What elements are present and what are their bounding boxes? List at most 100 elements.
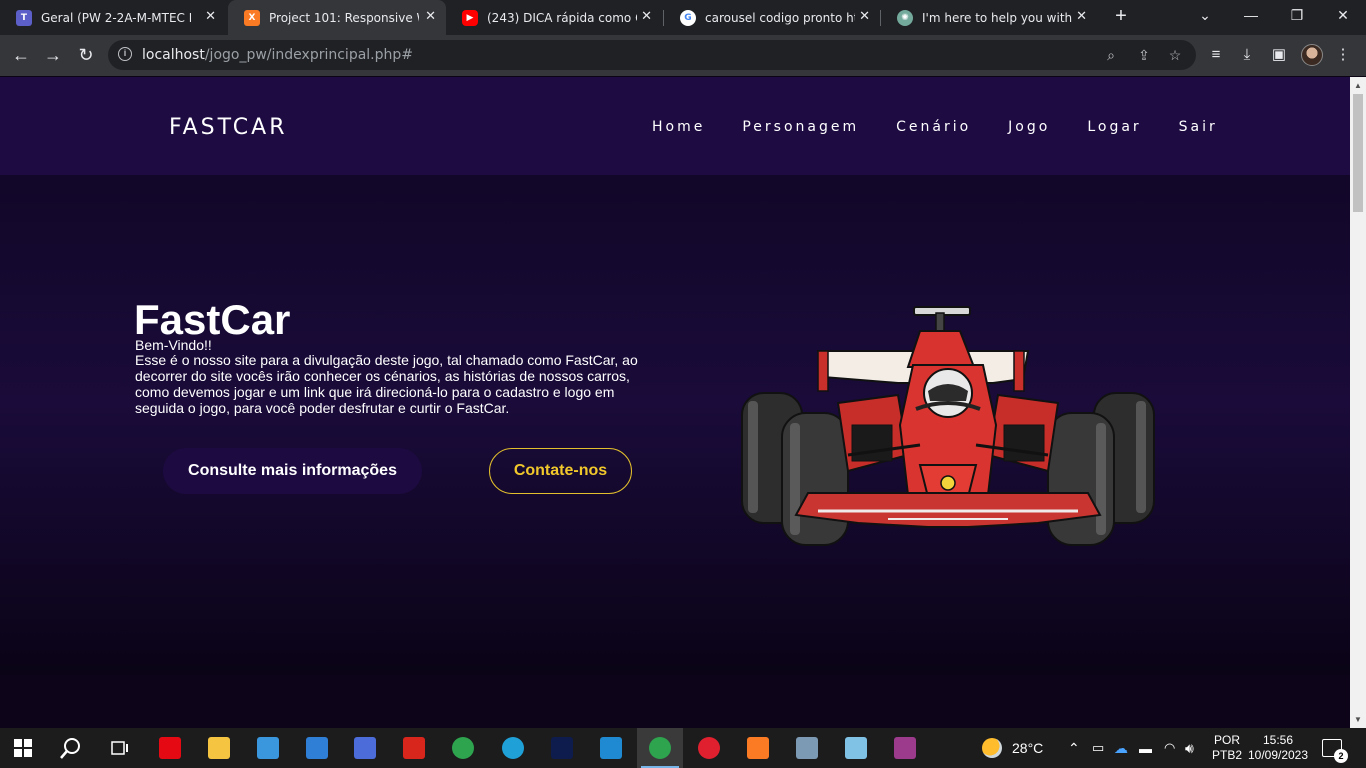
address-bar[interactable]: i localhost/jogo_pw/indexprincipal.php# … (108, 40, 1196, 70)
taskbar-app-button[interactable] (440, 728, 486, 768)
bookmark-star-icon[interactable]: ☆ (1166, 46, 1184, 64)
profile-avatar[interactable] (1301, 44, 1323, 66)
scroll-thumb[interactable] (1353, 94, 1363, 212)
minimize-button[interactable]: — (1228, 0, 1274, 35)
taskbar-app-button[interactable] (833, 728, 879, 768)
taskbar-app-button[interactable] (686, 728, 732, 768)
show-hidden-icons-chevron-icon[interactable]: ⌃ (1068, 728, 1080, 768)
notification-count-badge: 2 (1334, 749, 1348, 763)
winrar-icon (894, 737, 916, 759)
media-control-icon[interactable]: ≡ (1206, 45, 1226, 65)
taskbar-app-button[interactable] (784, 728, 830, 768)
acrobat-icon (403, 737, 425, 759)
hero-welcome: Bem-Vindo!! (135, 337, 212, 353)
next-section (0, 675, 1350, 728)
taskbar-app-button[interactable] (637, 728, 683, 768)
close-tab-icon[interactable]: ✕ (425, 9, 436, 24)
notifications-button[interactable]: 2 (1322, 728, 1348, 768)
page-scrollbar[interactable]: ▲ ▼ (1350, 77, 1366, 728)
nav-jogo[interactable]: Jogo (1008, 119, 1050, 135)
close-tab-icon[interactable]: ✕ (859, 9, 870, 24)
site-logo[interactable]: FASTCAR (169, 115, 288, 140)
race-car-illustration (741, 306, 1155, 546)
side-panel-icon[interactable]: ▣ (1269, 45, 1289, 65)
onedrive-cloud-icon[interactable]: ☁ (1114, 728, 1128, 768)
site-navbar: FASTCAR Home Personagem Cenário Jogo Log… (0, 77, 1350, 175)
taskbar-app-button[interactable] (588, 728, 634, 768)
teams-icon: T (16, 9, 32, 26)
volume-icon[interactable]: 🔊︎ (1185, 728, 1194, 768)
site-info-icon[interactable]: i (118, 47, 132, 61)
zoom-icon[interactable]: ⌕ (1102, 46, 1120, 64)
forward-button[interactable]: → (41, 43, 65, 67)
windows-taskbar: 28°C ⌃ ▭ ☁ ▬ ◠ 🔊︎ POR PTB2 15:56 10/09/2… (0, 728, 1366, 768)
reload-button[interactable]: ↻ (74, 43, 98, 67)
taskbar-app-button[interactable] (196, 728, 242, 768)
restore-button[interactable]: ❐ (1274, 0, 1320, 35)
nav-personagem[interactable]: Personagem (742, 119, 859, 135)
contact-button[interactable]: Contate-nos (489, 448, 632, 494)
nav-logar[interactable]: Logar (1087, 119, 1141, 135)
scroll-up-arrow-icon[interactable]: ▲ (1354, 81, 1362, 90)
youtube-icon: ▶ (462, 9, 478, 26)
tab-title: I'm here to help you with any (922, 10, 1072, 25)
search-button[interactable] (48, 728, 94, 768)
start-button[interactable] (0, 728, 46, 768)
back-button[interactable]: ← (9, 43, 33, 67)
tab-google[interactable]: G carousel codigo pronto html ✕ (664, 0, 880, 35)
tab-title: Geral (PW 2-2A-M-MTEC DE (41, 10, 191, 25)
file-explorer-icon (208, 737, 230, 759)
url-text: localhost/jogo_pw/indexprincipal.php# (142, 47, 413, 63)
taskbar-app-button[interactable] (294, 728, 340, 768)
clock[interactable]: 15:56 10/09/2023 (1248, 728, 1308, 768)
vscode-icon (600, 737, 622, 759)
more-info-button[interactable]: Consulte mais informações (163, 448, 422, 494)
taskbar-app-button[interactable] (490, 728, 536, 768)
tab-title: (243) DICA rápida como GRA (487, 10, 637, 25)
taskbar-app-button[interactable] (539, 728, 585, 768)
taskbar-app-button[interactable] (245, 728, 291, 768)
battery-icon[interactable]: ▬ (1139, 728, 1152, 768)
web-page: FASTCAR Home Personagem Cenário Jogo Log… (0, 77, 1350, 728)
tab-title: carousel codigo pronto html (705, 10, 855, 25)
tab-teams[interactable]: T Geral (PW 2-2A-M-MTEC DE ✕ (0, 0, 226, 35)
scroll-down-arrow-icon[interactable]: ▼ (1354, 715, 1362, 724)
control-panel-icon (796, 737, 818, 759)
notes-icon (845, 737, 867, 759)
taskbar-app-button[interactable] (882, 728, 928, 768)
hero-section: FastCar Bem-Vindo!! Esse é o nosso site … (0, 175, 1350, 675)
tab-search-chevron-icon[interactable]: ⌄ (1182, 0, 1228, 35)
close-window-button[interactable]: ✕ (1320, 0, 1366, 35)
new-tab-button[interactable]: + (1110, 5, 1132, 27)
weather-widget[interactable]: 28°C (982, 728, 1043, 768)
share-icon[interactable]: ⇪ (1135, 46, 1153, 64)
tab-title: Project 101: Responsive Web (269, 10, 419, 25)
language-indicator[interactable]: POR PTB2 (1212, 728, 1242, 768)
browser-toolbar: ← → ↻ i localhost/jogo_pw/indexprincipal… (0, 35, 1366, 76)
tab-chatgpt[interactable]: ✺ I'm here to help you with any ✕ (881, 0, 1097, 35)
search-icon (60, 738, 80, 759)
weather-cloud-sun-icon (982, 738, 1002, 758)
taskbar-app-button[interactable] (342, 728, 388, 768)
downloads-icon[interactable]: ⤓ (1237, 45, 1257, 65)
taskbar-app-button[interactable] (147, 728, 193, 768)
microsoft-store-icon (257, 737, 279, 759)
edge-icon (502, 737, 524, 759)
chrome-active-icon (649, 737, 671, 759)
meet-now-icon[interactable]: ▭ (1092, 728, 1104, 768)
taskbar-app-button[interactable] (735, 728, 781, 768)
windows-logo-icon (14, 739, 32, 757)
nav-home[interactable]: Home (652, 119, 705, 135)
task-view-button[interactable] (96, 728, 142, 768)
close-tab-icon[interactable]: ✕ (205, 9, 216, 24)
close-tab-icon[interactable]: ✕ (1076, 9, 1087, 24)
menu-icon[interactable]: ⋮ (1333, 45, 1353, 65)
close-tab-icon[interactable]: ✕ (641, 9, 652, 24)
tab-youtube[interactable]: ▶ (243) DICA rápida como GRA ✕ (446, 0, 662, 35)
xampp-icon (747, 737, 769, 759)
wifi-icon[interactable]: ◠ (1164, 728, 1175, 768)
nav-cenario[interactable]: Cenário (896, 119, 971, 135)
nav-sair[interactable]: Sair (1179, 119, 1218, 135)
taskbar-app-button[interactable] (391, 728, 437, 768)
tab-project-101[interactable]: X Project 101: Responsive Web ✕ (228, 0, 446, 35)
